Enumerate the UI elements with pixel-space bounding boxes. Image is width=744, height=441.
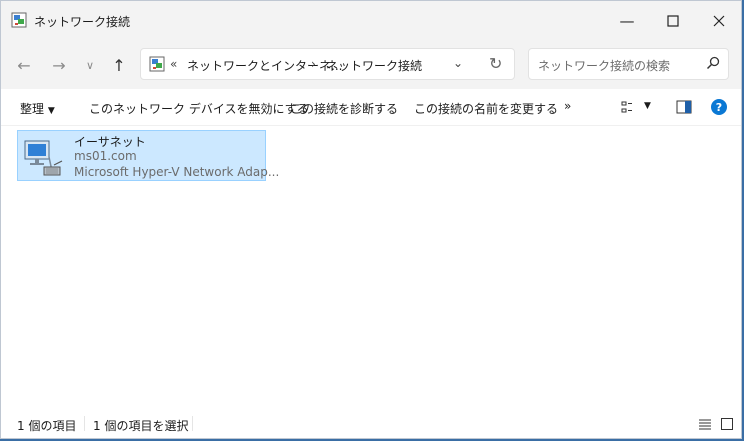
view-options-icon[interactable] — [621, 99, 637, 115]
caret-down-icon: ▼ — [47, 106, 55, 116]
recent-locations-button[interactable]: ∨ — [78, 53, 102, 77]
status-divider — [192, 416, 193, 431]
close-button[interactable] — [696, 1, 742, 41]
view-dropdown-icon[interactable]: ▼ — [644, 101, 651, 111]
up-button[interactable]: ↑ — [107, 53, 131, 77]
rename-button[interactable]: この接続の名前を変更する — [414, 100, 558, 117]
item-network: ms01.com — [74, 149, 137, 163]
maximize-icon — [667, 15, 679, 27]
title-bar: ネットワーク接続 — — [1, 1, 741, 41]
back-button[interactable]: ← — [12, 53, 36, 77]
breadcrumb-network-connections[interactable]: ネットワーク接続 — [326, 57, 422, 74]
forward-button[interactable]: → — [47, 53, 71, 77]
ethernet-adapter-icon — [24, 140, 63, 176]
arrow-right-icon: → — [52, 55, 66, 75]
item-adapter: Microsoft Hyper-V Network Adap... — [74, 165, 280, 179]
command-bar: 整理 ▼ このネットワーク デバイスを無効にする この接続を診断する この接続の… — [1, 89, 741, 126]
organize-button[interactable]: 整理 ▼ — [20, 100, 55, 117]
minimize-button[interactable]: — — [604, 1, 650, 41]
network-connections-icon — [11, 12, 27, 28]
arrow-left-icon: ← — [17, 55, 31, 75]
status-bar: 1 個の項目 1 個の項目を選択 — [1, 410, 741, 438]
disable-device-button[interactable]: このネットワーク デバイスを無効にする — [89, 100, 309, 117]
navigation-bar: ← → ∨ ↑ « ネットワークとインターネ... › ネットワーク接続 ⌄ ↻… — [1, 41, 741, 89]
list-item[interactable]: イーサネット ms01.com Microsoft Hyper-V Networ… — [17, 130, 279, 181]
more-commands-button[interactable]: » — [564, 99, 571, 113]
search-box[interactable]: ネットワーク接続の検索 — [528, 48, 729, 80]
address-bar[interactable]: « ネットワークとインターネ... › ネットワーク接続 ⌄ ↻ — [140, 48, 515, 80]
address-dropdown-icon[interactable]: ⌄ — [453, 56, 463, 70]
breadcrumb-network-internet[interactable]: ネットワークとインターネ... — [187, 57, 342, 74]
chevron-down-icon: ∨ — [85, 58, 95, 72]
minimize-icon: — — [619, 12, 635, 30]
preview-pane-icon[interactable] — [676, 99, 692, 115]
search-input[interactable]: ネットワーク接続の検索 — [538, 57, 670, 74]
details-view-icon[interactable] — [698, 417, 712, 431]
maximize-button[interactable] — [650, 1, 696, 41]
large-icons-view-icon[interactable] — [720, 417, 734, 431]
breadcrumb-separator-icon: › — [311, 57, 316, 71]
status-divider — [84, 416, 85, 431]
arrow-up-icon: ↑ — [112, 55, 126, 75]
network-connections-icon — [149, 56, 165, 72]
diagnose-button[interactable]: この接続を診断する — [290, 100, 398, 117]
breadcrumb-overflow[interactable]: « — [170, 57, 177, 71]
refresh-icon[interactable]: ↻ — [489, 54, 502, 73]
item-name: イーサネット — [74, 135, 146, 149]
search-icon — [706, 56, 720, 70]
window-title: ネットワーク接続 — [34, 15, 131, 29]
item-count: 1 個の項目 — [17, 419, 77, 433]
close-icon — [713, 15, 725, 27]
selection-count: 1 個の項目を選択 — [93, 419, 189, 433]
organize-label: 整理 — [20, 102, 45, 116]
help-icon[interactable]: ? — [711, 99, 727, 115]
file-list: イーサネット ms01.com Microsoft Hyper-V Networ… — [1, 126, 741, 410]
explorer-window: ネットワーク接続 — ← → ∨ ↑ « ネットワークとインターネ... › ネ… — [0, 0, 742, 439]
